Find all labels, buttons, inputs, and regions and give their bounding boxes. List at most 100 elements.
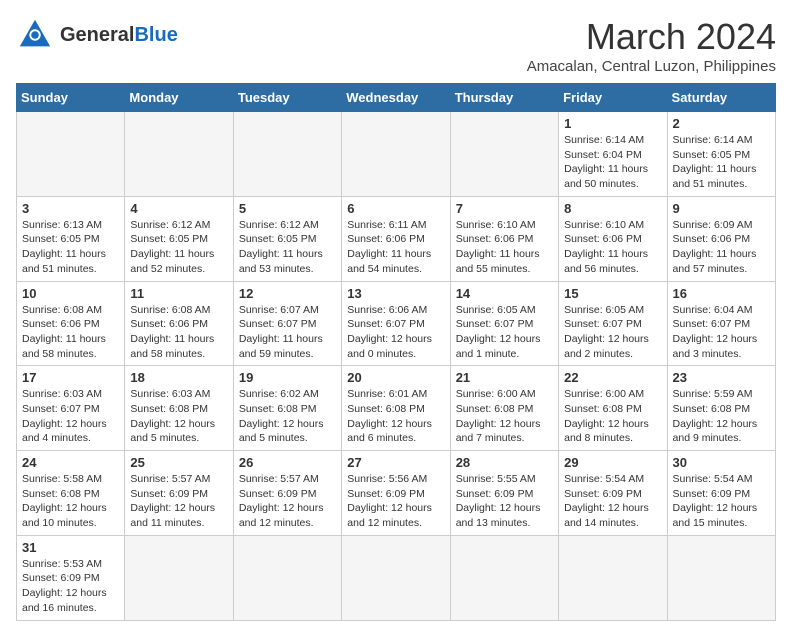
- day-number: 31: [22, 540, 119, 555]
- day-info: Sunrise: 6:05 AM Sunset: 6:07 PM Dayligh…: [456, 303, 553, 362]
- subtitle: Amacalan, Central Luzon, Philippines: [527, 58, 776, 75]
- day-number: 18: [130, 370, 227, 385]
- calendar-day-cell: [450, 112, 558, 197]
- calendar-week-row: 10Sunrise: 6:08 AM Sunset: 6:06 PM Dayli…: [17, 281, 776, 366]
- calendar-day-cell: 19 Sunrise: 6:02 AM Sunset: 6:08 PM Dayli…: [233, 366, 341, 451]
- day-info: Sunrise: 6:00 AM Sunset: 6:08 PM Dayligh…: [456, 387, 553, 446]
- calendar-day-cell: [125, 535, 233, 620]
- calendar-day-cell: 18 Sunrise: 6:03 AM Sunset: 6:08 PM Dayli…: [125, 366, 233, 451]
- day-info: Sunrise: 5:54 AM Sunset: 6:09 PM Dayligh…: [673, 472, 770, 531]
- calendar-day-cell: 2 Sunrise: 6:14 AM Sunset: 6:05 PM Daylig…: [667, 112, 775, 197]
- calendar-day-cell: 23 Sunrise: 5:59 AM Sunset: 6:08 PM Dayli…: [667, 366, 775, 451]
- calendar-week-row: 1 Sunrise: 6:14 AM Sunset: 6:04 PM Daylig…: [17, 112, 776, 197]
- header: GeneralBlue March 2024 Amacalan, Central…: [16, 16, 776, 75]
- calendar-day-cell: 9 Sunrise: 6:09 AM Sunset: 6:06 PM Daylig…: [667, 196, 775, 281]
- calendar-day-cell: 10Sunrise: 6:08 AM Sunset: 6:06 PM Dayli…: [17, 281, 125, 366]
- col-friday: Friday: [559, 84, 667, 112]
- day-number: 7: [456, 201, 553, 216]
- calendar-week-row: 3Sunrise: 6:13 AM Sunset: 6:05 PM Daylig…: [17, 196, 776, 281]
- col-saturday: Saturday: [667, 84, 775, 112]
- calendar-day-cell: [667, 535, 775, 620]
- calendar-day-cell: 5Sunrise: 6:12 AM Sunset: 6:05 PM Daylig…: [233, 196, 341, 281]
- day-info: Sunrise: 6:00 AM Sunset: 6:08 PM Dayligh…: [564, 387, 661, 446]
- logo-icon: [16, 16, 54, 54]
- calendar-day-cell: 29Sunrise: 5:54 AM Sunset: 6:09 PM Dayli…: [559, 451, 667, 536]
- calendar-day-cell: 27Sunrise: 5:56 AM Sunset: 6:09 PM Dayli…: [342, 451, 450, 536]
- calendar-week-row: 31 Sunrise: 5:53 AM Sunset: 6:09 PM Dayli…: [17, 535, 776, 620]
- calendar-day-cell: 25 Sunrise: 5:57 AM Sunset: 6:09 PM Dayli…: [125, 451, 233, 536]
- calendar-day-cell: [233, 535, 341, 620]
- calendar-day-cell: [125, 112, 233, 197]
- logo-general: General: [60, 24, 134, 46]
- calendar-day-cell: 24 Sunrise: 5:58 AM Sunset: 6:08 PM Dayli…: [17, 451, 125, 536]
- calendar-day-cell: [342, 112, 450, 197]
- day-info: Sunrise: 5:59 AM Sunset: 6:08 PM Dayligh…: [673, 387, 770, 446]
- calendar-day-cell: 16 Sunrise: 6:04 AM Sunset: 6:07 PM Dayli…: [667, 281, 775, 366]
- day-info: Sunrise: 6:14 AM Sunset: 6:05 PM Dayligh…: [673, 133, 770, 192]
- day-info: Sunrise: 5:57 AM Sunset: 6:09 PM Dayligh…: [239, 472, 336, 531]
- calendar-day-cell: 1 Sunrise: 6:14 AM Sunset: 6:04 PM Daylig…: [559, 112, 667, 197]
- day-number: 8: [564, 201, 661, 216]
- day-number: 6: [347, 201, 444, 216]
- calendar-week-row: 24 Sunrise: 5:58 AM Sunset: 6:08 PM Dayli…: [17, 451, 776, 536]
- day-number: 29: [564, 455, 661, 470]
- day-number: 28: [456, 455, 553, 470]
- day-info: Sunrise: 6:06 AM Sunset: 6:07 PM Dayligh…: [347, 303, 444, 362]
- col-sunday: Sunday: [17, 84, 125, 112]
- logo-text: GeneralBlue: [60, 24, 178, 46]
- day-info: Sunrise: 5:53 AM Sunset: 6:09 PM Dayligh…: [22, 557, 119, 616]
- calendar-day-cell: [450, 535, 558, 620]
- day-number: 17: [22, 370, 119, 385]
- logo: GeneralBlue: [16, 16, 178, 54]
- day-info: Sunrise: 6:08 AM Sunset: 6:06 PM Dayligh…: [130, 303, 227, 362]
- day-number: 20: [347, 370, 444, 385]
- calendar-day-cell: 12 Sunrise: 6:07 AM Sunset: 6:07 PM Dayli…: [233, 281, 341, 366]
- calendar-day-cell: 28Sunrise: 5:55 AM Sunset: 6:09 PM Dayli…: [450, 451, 558, 536]
- calendar-day-cell: 30Sunrise: 5:54 AM Sunset: 6:09 PM Dayli…: [667, 451, 775, 536]
- col-thursday: Thursday: [450, 84, 558, 112]
- day-info: Sunrise: 6:11 AM Sunset: 6:06 PM Dayligh…: [347, 218, 444, 277]
- day-info: Sunrise: 6:03 AM Sunset: 6:08 PM Dayligh…: [130, 387, 227, 446]
- day-number: 12: [239, 286, 336, 301]
- day-number: 16: [673, 286, 770, 301]
- day-info: Sunrise: 6:14 AM Sunset: 6:04 PM Dayligh…: [564, 133, 661, 192]
- calendar-day-cell: 4 Sunrise: 6:12 AM Sunset: 6:05 PM Daylig…: [125, 196, 233, 281]
- calendar-day-cell: 21Sunrise: 6:00 AM Sunset: 6:08 PM Dayli…: [450, 366, 558, 451]
- day-info: Sunrise: 5:58 AM Sunset: 6:08 PM Dayligh…: [22, 472, 119, 531]
- day-info: Sunrise: 6:03 AM Sunset: 6:07 PM Dayligh…: [22, 387, 119, 446]
- day-number: 1: [564, 116, 661, 131]
- day-info: Sunrise: 6:13 AM Sunset: 6:05 PM Dayligh…: [22, 218, 119, 277]
- day-info: Sunrise: 6:09 AM Sunset: 6:06 PM Dayligh…: [673, 218, 770, 277]
- col-monday: Monday: [125, 84, 233, 112]
- month-title: March 2024: [527, 16, 776, 58]
- calendar-day-cell: [342, 535, 450, 620]
- day-info: Sunrise: 5:56 AM Sunset: 6:09 PM Dayligh…: [347, 472, 444, 531]
- title-area: March 2024 Amacalan, Central Luzon, Phil…: [527, 16, 776, 75]
- day-number: 2: [673, 116, 770, 131]
- day-info: Sunrise: 6:07 AM Sunset: 6:07 PM Dayligh…: [239, 303, 336, 362]
- day-number: 26: [239, 455, 336, 470]
- day-number: 23: [673, 370, 770, 385]
- day-number: 14: [456, 286, 553, 301]
- day-number: 22: [564, 370, 661, 385]
- calendar-day-cell: 11 Sunrise: 6:08 AM Sunset: 6:06 PM Dayli…: [125, 281, 233, 366]
- day-info: Sunrise: 6:05 AM Sunset: 6:07 PM Dayligh…: [564, 303, 661, 362]
- calendar-day-cell: 13Sunrise: 6:06 AM Sunset: 6:07 PM Dayli…: [342, 281, 450, 366]
- calendar-day-cell: [17, 112, 125, 197]
- day-info: Sunrise: 6:12 AM Sunset: 6:05 PM Dayligh…: [239, 218, 336, 277]
- calendar-day-cell: 6 Sunrise: 6:11 AM Sunset: 6:06 PM Daylig…: [342, 196, 450, 281]
- day-number: 9: [673, 201, 770, 216]
- day-number: 4: [130, 201, 227, 216]
- day-info: Sunrise: 5:57 AM Sunset: 6:09 PM Dayligh…: [130, 472, 227, 531]
- day-info: Sunrise: 6:04 AM Sunset: 6:07 PM Dayligh…: [673, 303, 770, 362]
- day-info: Sunrise: 6:02 AM Sunset: 6:08 PM Dayligh…: [239, 387, 336, 446]
- day-number: 25: [130, 455, 227, 470]
- day-number: 24: [22, 455, 119, 470]
- day-info: Sunrise: 6:12 AM Sunset: 6:05 PM Dayligh…: [130, 218, 227, 277]
- calendar-day-cell: 31 Sunrise: 5:53 AM Sunset: 6:09 PM Dayli…: [17, 535, 125, 620]
- day-number: 11: [130, 286, 227, 301]
- calendar-day-cell: 8Sunrise: 6:10 AM Sunset: 6:06 PM Daylig…: [559, 196, 667, 281]
- day-number: 19: [239, 370, 336, 385]
- calendar-day-cell: [559, 535, 667, 620]
- calendar-day-cell: 20Sunrise: 6:01 AM Sunset: 6:08 PM Dayli…: [342, 366, 450, 451]
